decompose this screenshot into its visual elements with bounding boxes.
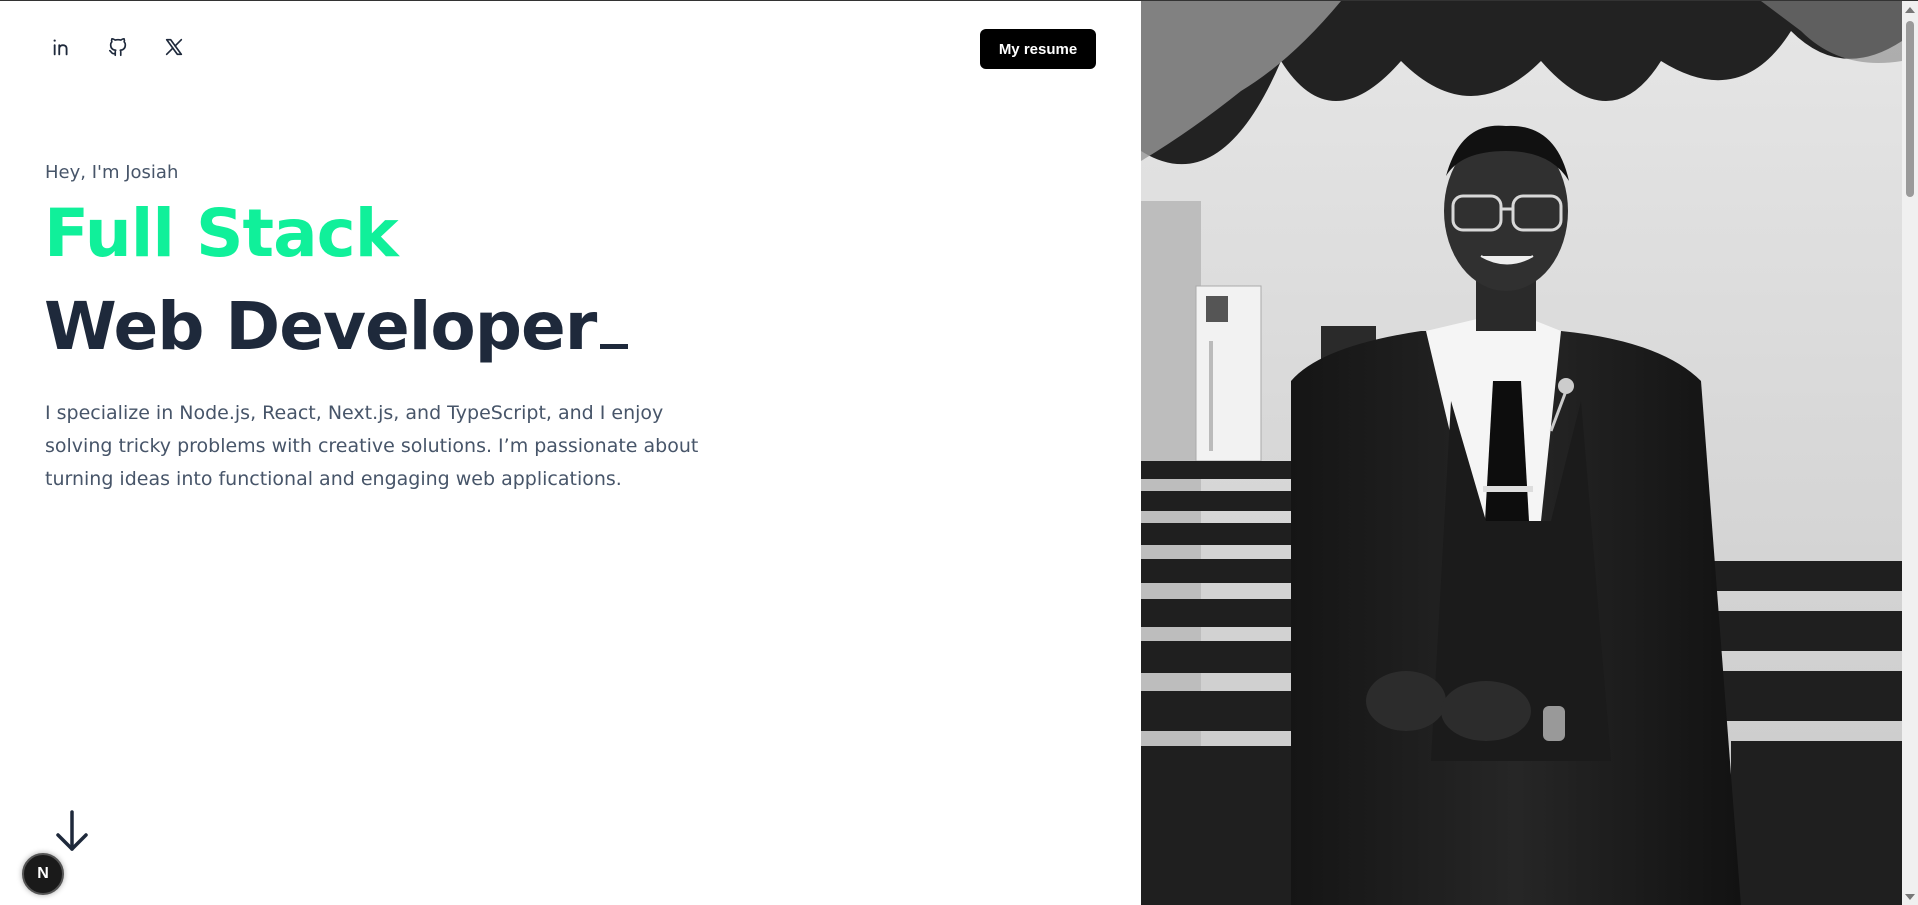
page-scrollbar[interactable] [1902,1,1918,905]
github-link[interactable] [106,35,130,59]
bio-text: I specialize in Node.js, React, Next.js,… [45,402,699,490]
resume-button[interactable]: My resume [980,29,1096,69]
nextjs-badge-letter: N [37,865,49,882]
hero-section: My resume Hey, I'm Josiah Full Stack Web… [0,1,1141,905]
profile-photo [1141,1,1902,905]
page: My resume Hey, I'm Josiah Full Stack Web… [0,0,1918,905]
typing-cursor [600,344,629,349]
headline-accent: Full Stack [44,195,399,272]
scroll-up-button[interactable] [1905,7,1915,13]
headline-main: Web Developer [44,294,629,360]
arrow-down-icon [56,810,88,851]
x-twitter-icon [165,38,183,56]
scroll-down-button[interactable] [1905,894,1915,900]
nextjs-dev-badge[interactable]: N [22,853,64,895]
greeting: Hey, I'm Josiah [45,162,179,183]
linkedin-icon [53,39,68,56]
profile-photo-illustration [1141,1,1902,905]
x-link[interactable] [162,35,186,59]
github-icon [108,37,127,57]
scrollbar-thumb[interactable] [1906,21,1914,197]
headline-main-text: Web Developer [44,288,597,365]
scroll-down-arrow[interactable] [52,809,92,853]
linkedin-link[interactable] [50,35,74,59]
social-links [50,35,186,59]
